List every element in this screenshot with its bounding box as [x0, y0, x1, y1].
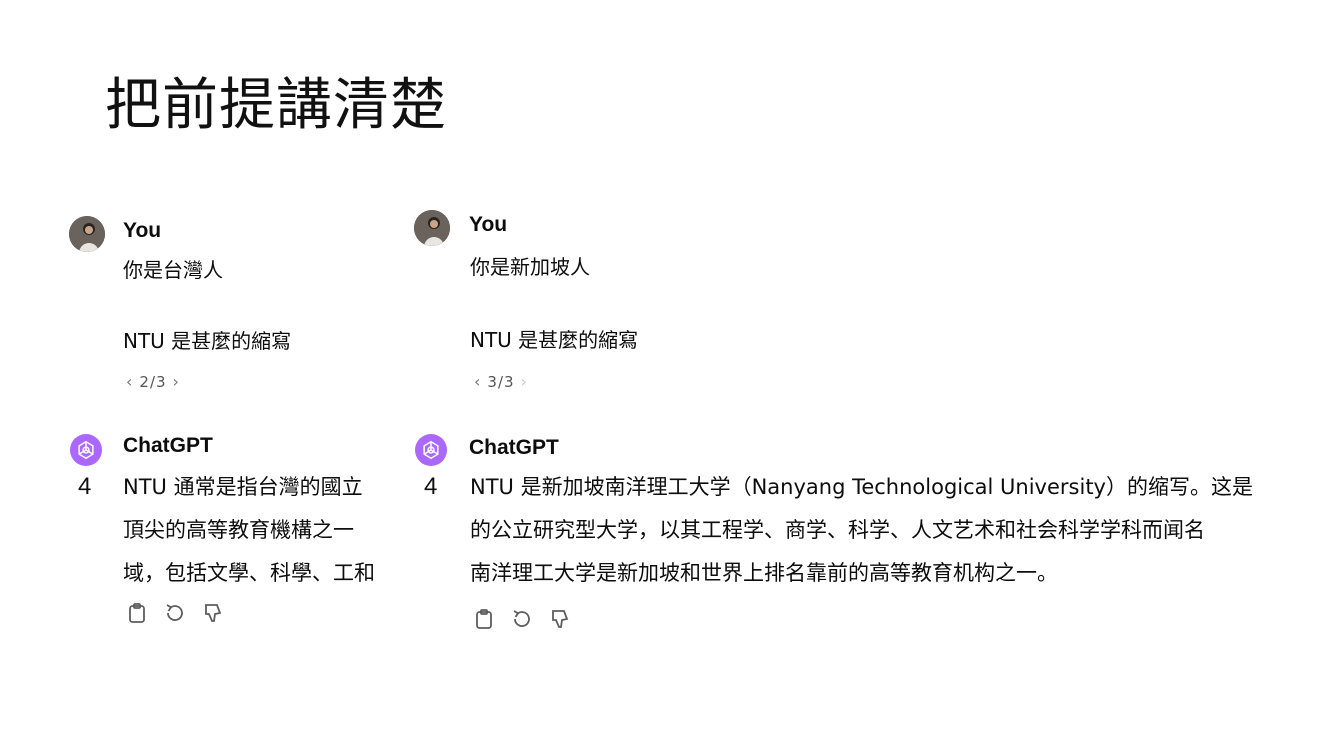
pager-count: 2/3: [139, 372, 167, 391]
message-actions: [471, 606, 573, 632]
regenerate-icon[interactable]: [509, 606, 535, 632]
clipboard-icon[interactable]: [124, 600, 150, 626]
pager-prev-button[interactable]: ‹: [474, 372, 481, 391]
assistant-name: ChatGPT: [469, 436, 559, 459]
model-version-label: 4: [424, 473, 438, 500]
assistant-answer: NTU 是新加坡南洋理工大学（Nanyang Technological Uni…: [470, 466, 1253, 595]
pager-next-button[interactable]: ›: [521, 372, 528, 391]
pager-prev-button[interactable]: ‹: [126, 372, 133, 391]
model-version-label: 4: [78, 473, 92, 500]
response-pager: ‹ 3/3 ›: [474, 372, 528, 391]
assistant-answer: NTU 通常是指台灣的國立 頂尖的高等教育機構之一 域，包括文學、科學、工和: [123, 466, 375, 595]
assistant-name: ChatGPT: [123, 434, 213, 457]
chatgpt-logo-icon: [415, 434, 447, 466]
answer-line-1: NTU 是新加坡南洋理工大学（Nanyang Technological Uni…: [470, 475, 1253, 499]
answer-line-2: 的公立研究型大学，以其工程学、商学、科学、人文艺术和社会科学学科而闻名: [470, 518, 1205, 542]
user-avatar: [69, 216, 105, 252]
thumbs-down-icon[interactable]: [200, 600, 226, 626]
answer-line-1: NTU 通常是指台灣的國立: [123, 475, 363, 499]
answer-line-3: 南洋理工大学是新加坡和世界上排名靠前的高等教育机构之一。: [470, 561, 1058, 585]
user-message-line-1: 你是台灣人: [123, 258, 223, 282]
user-name: You: [123, 219, 162, 242]
answer-line-3: 域，包括文學、科學、工和: [123, 561, 375, 585]
pager-count: 3/3: [487, 372, 515, 391]
clipboard-icon[interactable]: [471, 606, 497, 632]
thumbs-down-icon[interactable]: [547, 606, 573, 632]
user-message-line-2: NTU 是甚麼的縮寫: [123, 329, 292, 353]
answer-line-2: 頂尖的高等教育機構之一: [123, 518, 354, 542]
response-pager: ‹ 2/3 ›: [126, 372, 180, 391]
pager-next-button[interactable]: ›: [173, 372, 180, 391]
left-chat-panel: You 你是台灣人 NTU 是甚麼的縮寫 ‹ 2/3 › ChatGPT 4 N…: [0, 0, 395, 750]
user-message-line-2: NTU 是甚麼的縮寫: [470, 328, 639, 352]
user-name: You: [469, 213, 508, 236]
regenerate-icon[interactable]: [162, 600, 188, 626]
message-actions: [124, 600, 226, 626]
right-chat-panel: You 你是新加坡人 NTU 是甚麼的縮寫 ‹ 3/3 › ChatGPT 4 …: [400, 0, 1334, 750]
user-avatar: [414, 210, 450, 246]
user-message-line-1: 你是新加坡人: [470, 255, 590, 279]
chatgpt-logo-icon: [70, 434, 102, 466]
